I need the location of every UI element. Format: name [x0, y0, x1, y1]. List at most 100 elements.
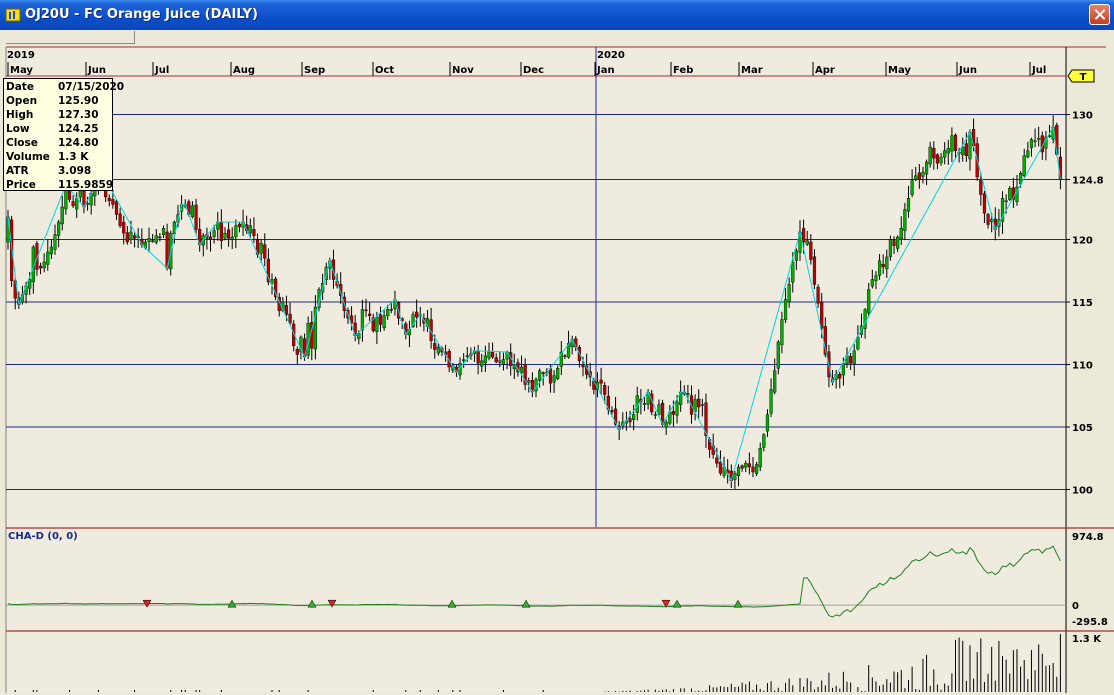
- bar-body: [415, 311, 419, 318]
- month-label: Jul: [154, 65, 169, 76]
- data-window-key: Open: [6, 95, 38, 107]
- month-label: Dec: [523, 65, 544, 76]
- bar-body: [382, 315, 386, 329]
- data-window-value: 127.30: [58, 109, 99, 121]
- bar-body: [248, 225, 252, 234]
- bar-body: [892, 240, 896, 246]
- bar-body: [1026, 150, 1030, 158]
- chart-area[interactable]: 130 124.8 120 115 110 105 100 May Jun Jul Aug Sep Oc…: [0, 46, 1114, 695]
- bar-body: [125, 232, 129, 243]
- bar-body: [563, 355, 567, 357]
- data-window-key: Close: [6, 137, 38, 149]
- data-window-row: Close 124.80: [6, 136, 112, 150]
- bar-body: [599, 379, 603, 384]
- bar-body: [671, 411, 676, 415]
- bar-body: [378, 314, 383, 325]
- bar-body: [953, 134, 958, 151]
- bar-body: [234, 225, 238, 238]
- bar-body: [42, 261, 46, 269]
- data-window-key: Date: [6, 81, 34, 93]
- bar-body: [1037, 138, 1041, 140]
- toolbar-field[interactable]: [6, 31, 135, 44]
- bar-body: [736, 466, 741, 476]
- bar-body: [979, 178, 983, 195]
- bar-body: [28, 279, 32, 289]
- bar-body: [718, 461, 723, 474]
- bar-body: [49, 246, 53, 255]
- price-tick-label: 105: [1072, 423, 1093, 434]
- bar-body: [877, 260, 882, 276]
- month-label: Nov: [452, 65, 474, 76]
- bar-body: [874, 275, 878, 282]
- current-price-marker-label: T: [1080, 72, 1087, 83]
- bar-body: [46, 251, 50, 265]
- bar-body: [632, 414, 636, 420]
- bar-body: [867, 289, 871, 314]
- bar-body: [610, 410, 614, 413]
- bar-body: [628, 418, 632, 423]
- bar-body: [223, 233, 227, 239]
- bar-body: [151, 240, 155, 242]
- data-window-row: Low 124.25: [6, 122, 112, 136]
- bar-body: [812, 256, 817, 285]
- bar-body: [852, 350, 856, 365]
- data-window-row: ATR 3.098: [6, 164, 112, 178]
- bar-body: [917, 172, 921, 180]
- close-button[interactable]: [1089, 4, 1110, 25]
- bar-body: [863, 309, 867, 329]
- bar-body: [755, 464, 759, 474]
- data-window-key: Price: [6, 179, 36, 191]
- bar-body: [288, 313, 292, 324]
- data-window-value: 07/15/2020: [58, 81, 125, 93]
- bar-body: [642, 403, 647, 406]
- bar-body: [114, 200, 119, 215]
- month-label: Sep: [304, 65, 325, 76]
- bar-body: [885, 256, 889, 270]
- bar-body: [480, 360, 484, 367]
- bar-body: [111, 199, 115, 205]
- bar-body: [686, 393, 690, 396]
- bar-body: [1022, 155, 1026, 177]
- bar-body: [259, 243, 263, 254]
- bar-body: [747, 463, 751, 468]
- bar-body: [888, 239, 893, 257]
- bar-body: [765, 414, 770, 432]
- bar-body: [744, 463, 748, 468]
- bar-body: [227, 229, 231, 239]
- price-tick-label: 130: [1072, 111, 1093, 122]
- bar-body: [762, 434, 766, 448]
- bar-body: [483, 355, 487, 364]
- indicator-title: CHA-D (0, 0): [8, 531, 78, 542]
- bar-body: [733, 473, 737, 480]
- data-window-row: Open 125.90: [6, 94, 112, 108]
- bar-body: [208, 236, 213, 240]
- bar-body: [776, 341, 780, 369]
- bar-body: [780, 319, 784, 346]
- price-tick-label: 124.8: [1072, 176, 1104, 187]
- bar-body: [389, 309, 393, 311]
- bar-body: [519, 366, 524, 374]
- bar-body: [476, 351, 480, 364]
- bar-body: [700, 404, 704, 406]
- bar-body: [910, 180, 914, 195]
- price-tick-label: 120: [1072, 236, 1093, 247]
- current-price-marker: T: [1067, 69, 1095, 83]
- bar-body: [675, 401, 679, 416]
- year-label: 2019: [7, 50, 35, 61]
- month-label: Jun: [958, 65, 977, 76]
- bar-body: [364, 309, 368, 312]
- bar-body: [787, 284, 791, 303]
- bar-body: [1033, 140, 1037, 142]
- bar-body: [368, 313, 372, 316]
- bar-body: [538, 370, 542, 381]
- bar-body: [161, 228, 166, 236]
- bar-body: [751, 466, 755, 473]
- bar-body: [664, 421, 668, 428]
- bar-body: [118, 213, 122, 226]
- app-icon: [5, 8, 21, 22]
- bar-body: [899, 228, 903, 239]
- bar-body: [794, 250, 798, 261]
- bar-body: [541, 372, 545, 374]
- window-title: OJ20U - FC Orange Juice (DAILY): [25, 7, 258, 22]
- bar-body: [581, 364, 585, 368]
